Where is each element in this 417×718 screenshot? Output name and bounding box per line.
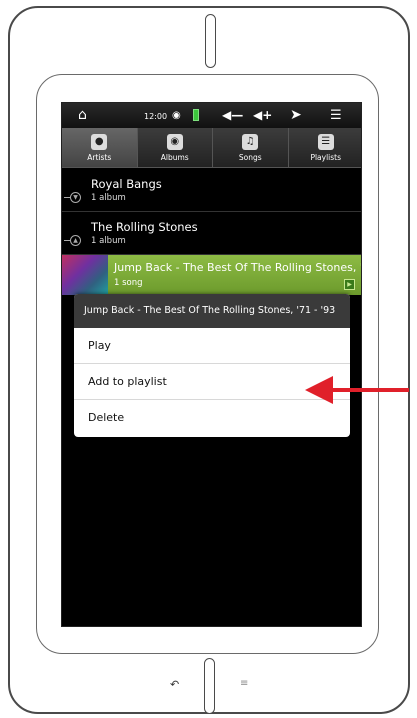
back-icon[interactable]: ➤ xyxy=(290,103,302,128)
music-note-icon: ♫ xyxy=(242,133,259,150)
dialog-title: Jump Back - The Best Of The Rolling Ston… xyxy=(74,294,350,328)
album-count: 1 album xyxy=(91,193,126,203)
list-item[interactable]: ▼ Royal Bangs 1 album xyxy=(62,169,361,212)
list-item[interactable]: ▲ The Rolling Stones 1 album xyxy=(62,212,361,255)
status-bar: ⌂ 12:00 ◉ ◀— ◀+ ➤ ☰ xyxy=(62,103,361,128)
menu-item-play[interactable]: Play xyxy=(74,328,350,364)
collapse-icon[interactable]: ▲ xyxy=(70,235,81,246)
tab-playlists[interactable]: ☰ Playlists xyxy=(289,128,362,167)
expand-icon[interactable]: ▼ xyxy=(70,192,81,203)
hardware-menu-icon[interactable]: ≡ xyxy=(240,678,248,689)
volume-up-icon[interactable]: ◀+ xyxy=(253,103,272,128)
home-icon[interactable]: ⌂ xyxy=(78,103,87,128)
device-slot-top xyxy=(205,14,216,68)
tab-albums[interactable]: ◉ Albums xyxy=(138,128,213,167)
annotation-arrow-shaft xyxy=(330,388,409,392)
tab-label: Artists xyxy=(87,152,112,162)
hardware-back-icon[interactable]: ↶ xyxy=(170,678,179,691)
album-row-selected[interactable]: Jump Back - The Best Of The Rolling Ston… xyxy=(62,255,362,295)
tab-label: Albums xyxy=(160,152,189,162)
album-art xyxy=(62,255,108,295)
song-count: 1 song xyxy=(114,278,143,288)
artist-name: The Rolling Stones xyxy=(91,220,198,234)
tab-bar: ● Artists ◉ Albums ♫ Songs ☰ Playlists xyxy=(62,128,362,168)
device-slot-bottom xyxy=(204,658,215,714)
album-icon: ◉ xyxy=(166,133,183,150)
annotation-arrow-icon xyxy=(305,376,333,404)
clock: 12:00 xyxy=(144,112,168,121)
menu-icon[interactable]: ☰ xyxy=(330,103,342,128)
play-icon[interactable]: ▶ xyxy=(344,279,355,290)
microphone-icon: ● xyxy=(91,133,108,150)
tab-songs[interactable]: ♫ Songs xyxy=(213,128,289,167)
battery-icon xyxy=(193,109,199,121)
context-menu-dialog: Jump Back - The Best Of The Rolling Ston… xyxy=(74,294,350,437)
album-title: Jump Back - The Best Of The Rolling Ston… xyxy=(114,261,362,274)
wifi-icon: ◉ xyxy=(172,110,181,121)
artist-name: Royal Bangs xyxy=(91,177,162,191)
artist-list: ▼ Royal Bangs 1 album ▲ The Rolling Ston… xyxy=(62,169,362,295)
tab-label: Songs xyxy=(238,152,262,162)
tab-artists[interactable]: ● Artists xyxy=(62,128,138,167)
album-count: 1 album xyxy=(91,236,126,246)
menu-item-delete[interactable]: Delete xyxy=(74,400,350,436)
volume-down-icon[interactable]: ◀— xyxy=(222,103,243,128)
list-icon: ☰ xyxy=(317,133,334,150)
tab-label: Playlists xyxy=(310,152,342,162)
